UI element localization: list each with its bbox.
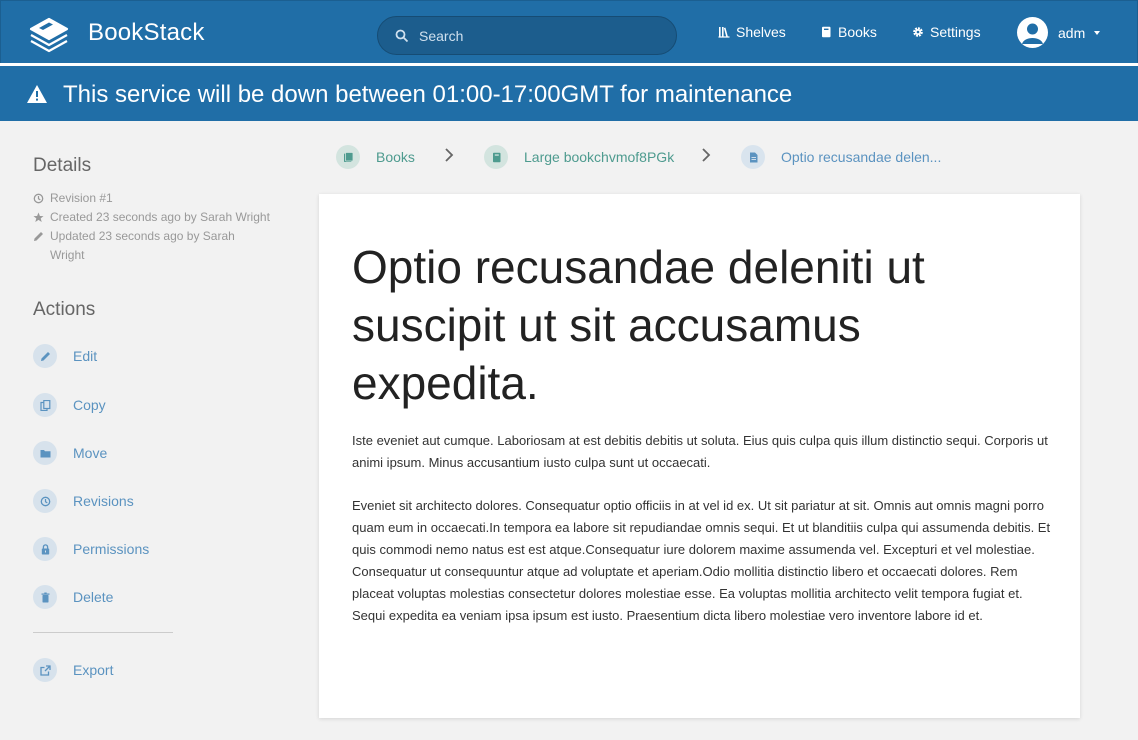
books-icon: [343, 151, 353, 162]
revisions-icon-wrap: [33, 489, 57, 513]
chevron-down-icon: [1094, 30, 1101, 35]
details-heading: Details: [33, 155, 92, 176]
export-action[interactable]: Export: [33, 658, 113, 682]
page-icon: [749, 152, 757, 162]
warning-icon: [27, 85, 47, 103]
chevron-right-icon: [445, 148, 454, 162]
export-icon-wrap: [33, 658, 57, 682]
book-icon-wrap: [484, 145, 508, 169]
page-content-card: Optio recusandae deleniti ut suscipit ut…: [319, 194, 1080, 718]
created-info: Created 23 seconds ago by Sarah Wright: [33, 208, 273, 227]
breadcrumb-page-label: Optio recusandae delen...: [781, 149, 942, 165]
breadcrumb-book-label: Large bookchvmof8PGk: [524, 149, 675, 165]
book-icon: [492, 152, 500, 162]
page-icon-wrap: [741, 145, 765, 169]
gear-icon: [913, 27, 923, 37]
user-menu[interactable]: adm: [1017, 17, 1101, 48]
paragraph: Iste eveniet aut cumque. Laboriosam at e…: [352, 433, 1048, 470]
star-icon: [33, 212, 44, 222]
search-icon: [395, 29, 409, 43]
breadcrumb-books[interactable]: Books: [336, 145, 415, 169]
copy-icon: [39, 399, 50, 411]
nav-shelves[interactable]: Shelves: [718, 24, 786, 40]
copy-label: Copy: [73, 397, 106, 413]
copy-action[interactable]: Copy: [33, 393, 106, 417]
permissions-label: Permissions: [73, 541, 150, 557]
books-icon-wrap: [336, 145, 360, 169]
shelves-icon: [718, 27, 730, 38]
delete-icon-wrap: [33, 585, 57, 609]
avatar: [1017, 17, 1048, 48]
nav-settings-label: Settings: [930, 24, 981, 40]
permissions-action[interactable]: Permissions: [33, 537, 149, 561]
export-icon: [39, 664, 51, 676]
move-label: Move: [73, 445, 108, 461]
delete-label: Delete: [73, 589, 114, 605]
banner-message: This service will be down between 01:00-…: [63, 81, 793, 108]
revisions-label: Revisions: [73, 493, 134, 509]
revision-info: Revision #1: [33, 189, 273, 208]
breadcrumb-page[interactable]: Optio recusandae delen...: [741, 145, 941, 169]
move-icon-wrap: [33, 441, 57, 465]
revision-text[interactable]: Revision #1: [50, 189, 113, 208]
edit-label: Edit: [73, 348, 98, 364]
nav-books-label: Books: [838, 24, 877, 40]
folder-icon: [40, 449, 50, 457]
pencil-icon: [34, 232, 43, 241]
breadcrumb-books-label: Books: [376, 149, 415, 165]
book-icon: [822, 26, 831, 38]
copy-icon-wrap: [33, 393, 57, 417]
created-text: Created 23 seconds ago by Sarah Wright: [50, 210, 270, 224]
actions-divider: [33, 632, 173, 633]
maintenance-banner: This service will be down between 01:00-…: [0, 66, 1138, 121]
history-icon: [40, 496, 50, 506]
trash-icon: [41, 592, 49, 602]
nav-books[interactable]: Books: [820, 24, 877, 40]
app-header: BookStack Search Shelves Books Settings: [0, 0, 1138, 63]
details-list: Revision #1 Created 23 seconds ago by Sa…: [33, 189, 273, 265]
history-icon: [33, 193, 44, 204]
paragraph: Eveniet sit architecto dolores. Consequa…: [352, 498, 1051, 623]
nav-shelves-label: Shelves: [736, 24, 786, 40]
edit-action[interactable]: Edit: [33, 344, 97, 368]
updated-info: Updated 23 seconds ago by Sarah Wright: [33, 227, 273, 265]
edit-icon: [40, 351, 50, 361]
export-label: Export: [73, 662, 114, 678]
user-name: adm: [1058, 24, 1086, 41]
lock-icon: [41, 543, 49, 554]
nav-settings[interactable]: Settings: [912, 24, 981, 40]
updated-text: Updated 23 seconds ago by Sarah Wright: [50, 229, 235, 262]
bookstack-logo-icon[interactable]: [27, 13, 71, 53]
search-input[interactable]: Search: [377, 16, 677, 55]
edit-icon-wrap: [33, 344, 57, 368]
delete-action[interactable]: Delete: [33, 585, 113, 609]
chevron-right-icon: [702, 148, 711, 162]
page-title: Optio recusandae deleniti ut suscipit ut…: [352, 241, 925, 409]
revisions-action[interactable]: Revisions: [33, 489, 134, 513]
breadcrumb-book[interactable]: Large bookchvmof8PGk: [484, 145, 674, 169]
brand-name[interactable]: BookStack: [88, 19, 205, 47]
search-placeholder: Search: [419, 28, 464, 44]
move-action[interactable]: Move: [33, 441, 107, 465]
permissions-icon-wrap: [33, 537, 57, 561]
actions-heading: Actions: [33, 299, 96, 320]
